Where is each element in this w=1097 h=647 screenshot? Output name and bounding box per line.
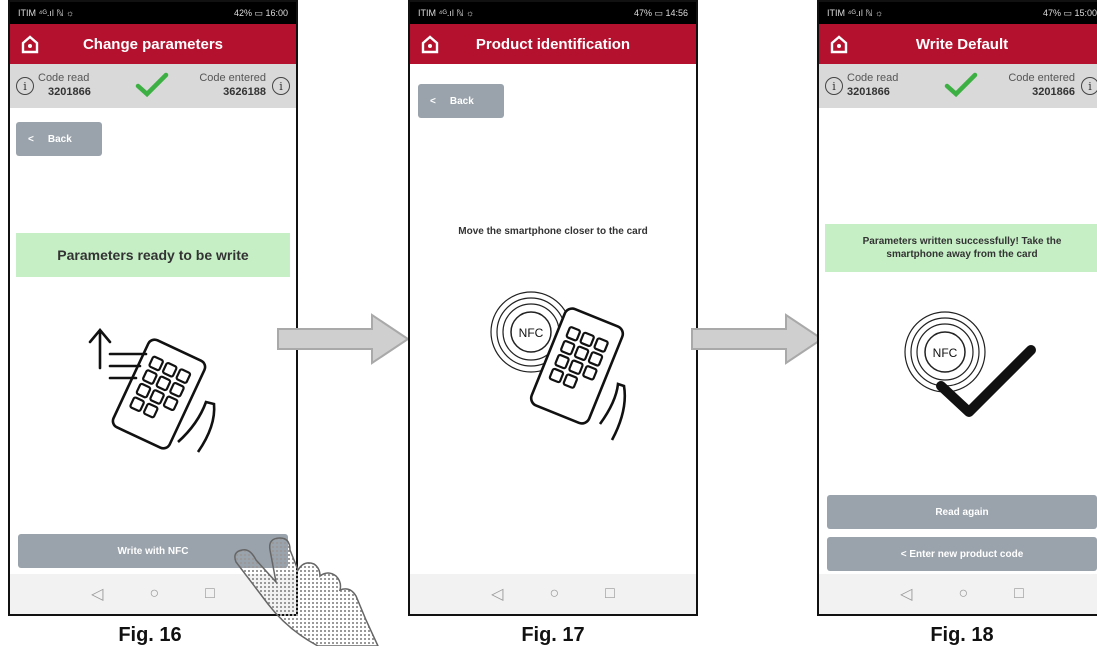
status-right: 47% ▭ 14:56 (633, 7, 688, 18)
screen-product-identification: ITIM ⁴ᴳ.ıl ℕ ☼ 47% ▭ 14:56 Product ident… (408, 0, 698, 616)
home-icon[interactable] (20, 34, 40, 54)
status-left: ITIM ⁴ᴳ.ıl ℕ ☼ (418, 7, 475, 18)
chevron-left-icon: < (28, 133, 34, 145)
nav-home-icon[interactable]: ○ (149, 585, 159, 603)
page-title: Product identification (475, 35, 631, 53)
page-title: Change parameters (82, 35, 224, 53)
check-icon (944, 72, 978, 98)
nav-back-icon[interactable]: ◁ (900, 584, 912, 604)
status-left: ITIM ⁴ᴳ.ıl ℕ ☼ (18, 7, 75, 18)
code-read-value: 3201866 (48, 86, 91, 98)
home-icon[interactable] (420, 34, 440, 54)
figure-caption: Fig. 18 (930, 624, 994, 646)
check-icon (135, 72, 169, 98)
status-right: 47% ▭ 15:00 (1042, 7, 1097, 18)
android-nav-bar: ◁ ○ □ (819, 574, 1097, 614)
status-left: ITIM ⁴ᴳ.ıl ℕ ☼ (827, 7, 884, 18)
status-right: 42% ▭ 16:00 (233, 7, 288, 18)
code-entered-value: 3201866 (1032, 86, 1075, 98)
page-title: Write Default (915, 35, 1009, 53)
back-label: Back (47, 133, 72, 145)
nfc-success-icon: NFC (904, 311, 1036, 417)
flow-arrow (691, 313, 824, 365)
phone-upload-icon (88, 327, 216, 453)
screen-change-parameters: ITIM ⁴ᴳ.ıl ℕ ☼ 42% ▭ 16:00 Change parame… (8, 0, 298, 616)
status-message: Parameters ready to be write (16, 233, 290, 277)
android-nav-bar: ◁ ○ □ (410, 574, 696, 614)
nav-recent-icon[interactable]: □ (605, 585, 615, 603)
info-icon[interactable]: i (825, 77, 843, 95)
app-header: Write Default (819, 24, 1097, 64)
home-icon[interactable] (829, 34, 849, 54)
nfc-label: NFC (933, 346, 958, 360)
status-bar: ITIM ⁴ᴳ.ıl ℕ ☼ 42% ▭ 16:00 (10, 2, 296, 24)
figure-caption: Fig. 17 (521, 624, 585, 646)
back-button[interactable]: < Back (418, 84, 504, 118)
instruction-text: Move the smartphone closer to the card (458, 226, 648, 237)
code-entered-label: Code entered (1008, 72, 1075, 84)
code-read-label: Code read (38, 72, 90, 84)
code-read-label: Code read (847, 72, 899, 84)
app-header: Change parameters (10, 24, 296, 64)
status-message: Parameters written successfully! Take th… (825, 224, 1097, 272)
flow-arrow (277, 313, 410, 365)
back-button[interactable]: < Back (16, 122, 102, 156)
status-bar: ITIM ⁴ᴳ.ıl ℕ ☼ 47% ▭ 14:56 (410, 2, 696, 24)
nfc-label: NFC (519, 326, 544, 340)
info-icon[interactable]: i (1081, 77, 1097, 95)
figure-caption: Fig. 16 (118, 624, 182, 646)
read-again-button[interactable]: Read again (827, 495, 1097, 529)
code-bar: i Code read 3201866 Code entered 3626188 i (10, 64, 296, 108)
chevron-left-icon: < (430, 95, 436, 107)
code-entered-label: Code entered (199, 72, 266, 84)
code-read-value: 3201866 (847, 86, 890, 98)
nav-recent-icon[interactable]: □ (205, 585, 215, 603)
nav-home-icon[interactable]: ○ (958, 585, 968, 603)
nav-back-icon[interactable]: ◁ (91, 584, 103, 604)
nav-recent-icon[interactable]: □ (1014, 585, 1024, 603)
nav-back-icon[interactable]: ◁ (491, 584, 503, 604)
info-icon[interactable]: i (272, 77, 290, 95)
app-header: Product identification (410, 24, 696, 64)
pointing-hand-icon (234, 537, 379, 646)
new-product-code-button[interactable]: < Enter new product code (827, 537, 1097, 571)
info-icon[interactable]: i (16, 77, 34, 95)
status-bar: ITIM ⁴ᴳ.ıl ℕ ☼ 47% ▭ 15:00 (819, 2, 1097, 24)
nfc-phone-icon: NFC (490, 291, 627, 441)
code-bar: i Code read 3201866 Code entered 3201866 i (819, 64, 1097, 108)
back-label: Back (449, 95, 474, 107)
code-entered-value: 3626188 (223, 86, 266, 98)
nav-home-icon[interactable]: ○ (549, 585, 559, 603)
screen-write-default: ITIM ⁴ᴳ.ıl ℕ ☼ 47% ▭ 15:00 Write Default… (817, 0, 1097, 616)
